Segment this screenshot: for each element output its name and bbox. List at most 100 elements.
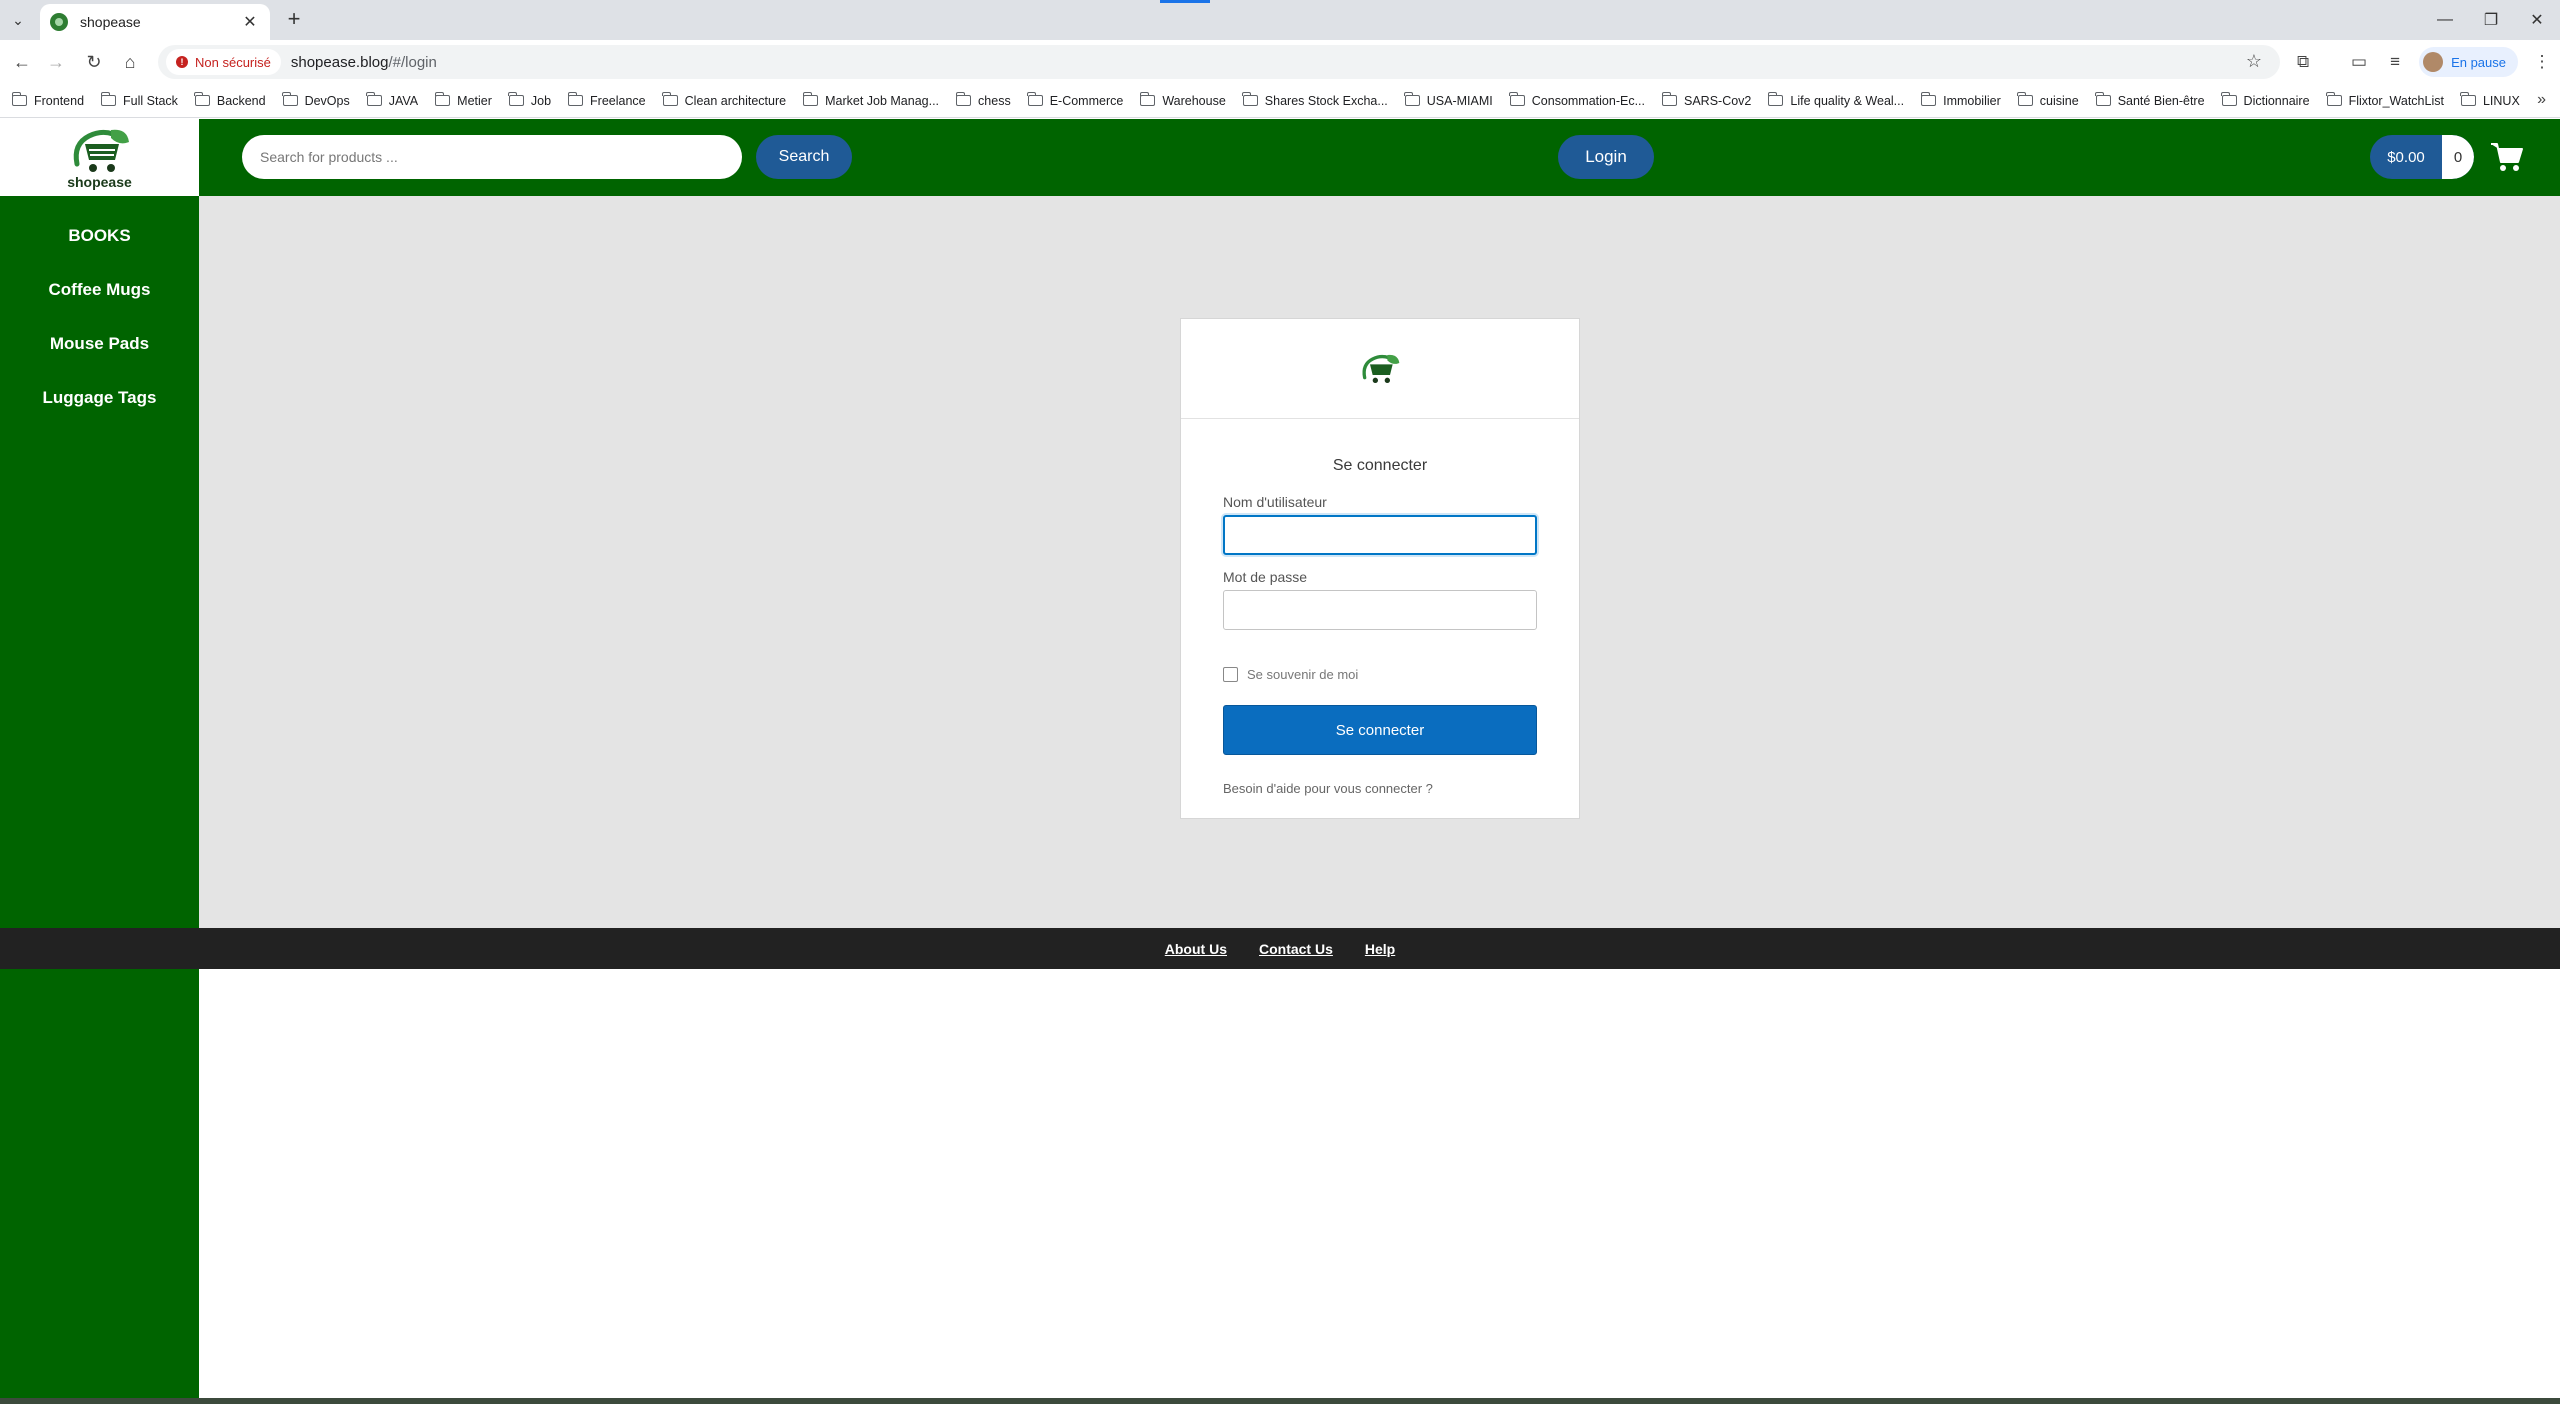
- bookmark-label: USA-MIAMI: [1426, 93, 1493, 108]
- folder-icon: [11, 92, 27, 106]
- bookmark-folder[interactable]: Market Job Manag...: [802, 92, 939, 108]
- browser-menu-icon[interactable]: ⋮: [2524, 44, 2560, 80]
- folder-icon: [1767, 92, 1784, 106]
- sidebar-item-books[interactable]: BOOKS: [0, 226, 199, 246]
- site-footer: About Us Contact Us Help: [0, 928, 2560, 969]
- footer-link-contact-us[interactable]: Contact Us: [1259, 941, 1333, 957]
- bookmark-folder[interactable]: JAVA: [366, 92, 419, 108]
- bookmark-label: Life quality & Weal...: [1790, 93, 1905, 108]
- bookmark-folder[interactable]: chess: [955, 92, 1011, 108]
- bookmark-folder[interactable]: Warehouse: [1139, 92, 1226, 108]
- folder-icon: [1404, 92, 1420, 106]
- folder-icon: [282, 92, 298, 106]
- bookmark-folder[interactable]: Flixtor_WatchList: [2326, 92, 2444, 108]
- bookmark-label: JAVA: [388, 93, 419, 108]
- bookmark-label: E-Commerce: [1049, 93, 1124, 108]
- bookmark-folder[interactable]: Frontend: [11, 92, 84, 108]
- bookmarks-overflow-icon[interactable]: »: [2537, 91, 2546, 109]
- folder-icon: [1139, 92, 1156, 106]
- username-label: Nom d'utilisateur: [1223, 494, 1327, 510]
- bookmark-folder[interactable]: Backend: [194, 92, 266, 108]
- reload-icon[interactable]: ↻: [80, 48, 108, 76]
- footer-link-about-us[interactable]: About Us: [1165, 941, 1227, 957]
- tab-close-icon[interactable]: ✕: [240, 12, 260, 32]
- bookmark-folder[interactable]: Consommation-Ec...: [1509, 92, 1645, 108]
- address-bar[interactable]: ! Non sécurisé shopease.blog/#/login ☆: [158, 45, 2280, 79]
- site-logo[interactable]: shopease: [0, 119, 199, 196]
- cart-total: $0.00: [2387, 148, 2425, 166]
- sidebar-item-coffee-mugs[interactable]: Coffee Mugs: [0, 280, 199, 300]
- remember-me-checkbox[interactable]: [1223, 667, 1238, 682]
- footer-link-help[interactable]: Help: [1365, 941, 1395, 957]
- bookmark-folder[interactable]: DevOps: [282, 92, 350, 108]
- password-field[interactable]: [1223, 590, 1537, 630]
- bookmark-folder[interactable]: Full Stack: [100, 92, 178, 108]
- sidebar-item-mouse-pads[interactable]: Mouse Pads: [0, 334, 199, 354]
- bookmark-folder[interactable]: SARS-Cov2: [1661, 92, 1752, 108]
- folder-icon: [1027, 92, 1043, 106]
- bookmark-folder[interactable]: USA-MIAMI: [1404, 92, 1493, 108]
- bookmark-folder[interactable]: E-Commerce: [1027, 92, 1124, 108]
- bookmark-label: Dictionnaire: [2243, 93, 2310, 108]
- folder-icon: [100, 92, 117, 106]
- media-control-icon[interactable]: ≡: [2377, 44, 2413, 80]
- bookmark-folder[interactable]: Freelance: [567, 92, 646, 108]
- url-host: shopease.blog: [290, 53, 389, 71]
- bookmark-folder[interactable]: Metier: [434, 92, 492, 108]
- sign-in-button[interactable]: Se connecter: [1223, 705, 1537, 755]
- browser-toolbar: ← → ↻ ⌂ ! Non sécurisé shopease.blog/#/l…: [0, 40, 2560, 84]
- browser-tab[interactable]: shopease ✕: [40, 4, 270, 40]
- cart-leaf-logo-icon: [1362, 354, 1400, 383]
- product-search-input[interactable]: [242, 135, 742, 179]
- bookmark-folder[interactable]: Clean architecture: [662, 92, 787, 108]
- bookmark-star-icon[interactable]: ☆: [2246, 51, 2262, 72]
- minimize-icon[interactable]: —: [2422, 0, 2468, 40]
- new-tab-plus-icon[interactable]: +: [282, 8, 306, 32]
- search-button[interactable]: Search: [756, 135, 852, 179]
- cart-summary[interactable]: $0.00 0: [2370, 135, 2474, 179]
- login-help-link[interactable]: Besoin d'aide pour vous connecter ?: [1223, 781, 1433, 796]
- bookmark-label: LINUX: [2482, 93, 2520, 108]
- back-arrow-icon[interactable]: ←: [8, 48, 36, 76]
- site-header: shopease Search Login $0.00 0: [0, 119, 2560, 196]
- loading-indicator: [1160, 0, 1210, 3]
- home-icon[interactable]: ⌂: [116, 48, 144, 76]
- bookmark-label: Santé Bien-être: [2117, 93, 2205, 108]
- folder-icon: [366, 92, 382, 106]
- folder-icon: [2460, 92, 2476, 106]
- folder-icon: [2095, 92, 2111, 106]
- bookmarks-bar: Frontend Full Stack Backend DevOps JAVA …: [0, 84, 2560, 118]
- bookmark-label: Metier: [457, 93, 492, 108]
- bookmark-folder[interactable]: Dictionnaire: [2221, 92, 2310, 108]
- shopping-cart-icon[interactable]: [2490, 141, 2524, 173]
- bookmark-folder[interactable]: Job: [508, 92, 551, 108]
- folder-icon: [508, 92, 524, 106]
- bookmark-label: SARS-Cov2: [1684, 93, 1752, 108]
- bookmark-folder[interactable]: LINUX: [2460, 92, 2520, 108]
- login-card: Se connecter Nom d'utilisateur Mot de pa…: [1180, 318, 1580, 819]
- bookmark-label: Warehouse: [1162, 93, 1226, 108]
- extensions-icon[interactable]: ⧉: [2285, 44, 2321, 80]
- login-button[interactable]: Login: [1558, 135, 1654, 179]
- remember-me-label[interactable]: Se souvenir de moi: [1247, 667, 1358, 682]
- cast-icon[interactable]: ▭: [2341, 44, 2377, 80]
- window-close-icon[interactable]: ✕: [2514, 0, 2560, 40]
- bookmark-folder[interactable]: Life quality & Weal...: [1767, 92, 1905, 108]
- category-sidebar: BOOKS Coffee Mugs Mouse Pads Luggage Tag…: [0, 196, 199, 1404]
- bookmark-folder[interactable]: Immobilier: [1920, 92, 2001, 108]
- security-chip[interactable]: ! Non sécurisé: [166, 49, 281, 75]
- bookmark-folder[interactable]: Shares Stock Excha...: [1242, 92, 1388, 108]
- restore-icon[interactable]: ❐: [2468, 0, 2514, 40]
- username-field[interactable]: [1223, 515, 1537, 555]
- tab-title: shopease: [80, 14, 141, 30]
- folder-icon: [2326, 92, 2342, 106]
- bookmark-label: Clean architecture: [684, 93, 787, 108]
- tab-search-chevron-icon[interactable]: ⌄: [6, 10, 30, 30]
- folder-icon: [194, 92, 210, 106]
- forward-arrow-icon[interactable]: →: [42, 48, 70, 76]
- sidebar-item-luggage-tags[interactable]: Luggage Tags: [0, 388, 199, 408]
- profile-chip[interactable]: En pause: [2419, 47, 2518, 77]
- bookmark-label: Full Stack: [123, 93, 178, 108]
- bookmark-folder[interactable]: Santé Bien-être: [2095, 92, 2205, 108]
- bookmark-folder[interactable]: cuisine: [2017, 92, 2079, 108]
